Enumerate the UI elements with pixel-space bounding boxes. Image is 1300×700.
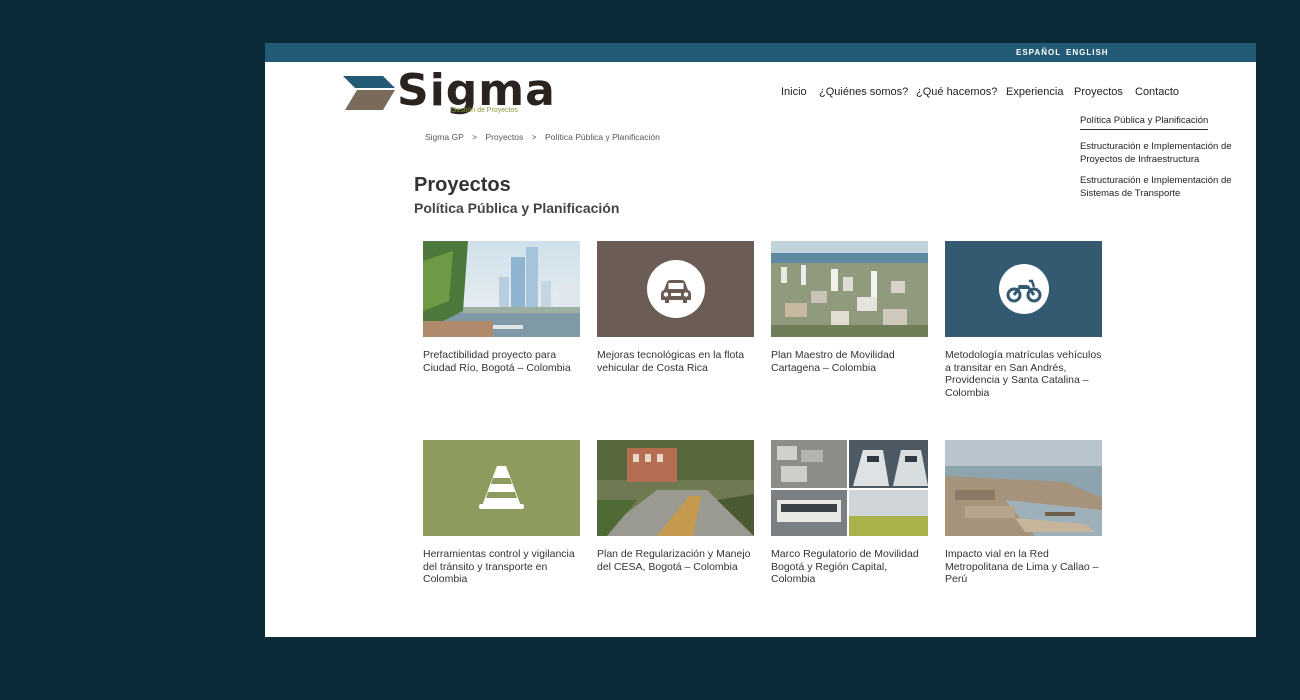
dropdown-item-infraestructura[interactable]: Estructuración e Implementación de Proye… xyxy=(1080,140,1250,166)
nav-que-hacemos[interactable]: ¿Qué hacemos? xyxy=(916,86,997,98)
page-subtitle: Política Pública y Planificación xyxy=(414,200,620,216)
campus-photo xyxy=(597,440,754,536)
project-card[interactable]: Plan Maestro de Movilidad Cartagena – Co… xyxy=(771,241,928,374)
project-caption: Mejoras tecnológicas en la flota vehicul… xyxy=(597,349,745,374)
language-english-link[interactable]: ENGLISH xyxy=(1066,48,1109,57)
logo-tagline: Gestión de Proyectos xyxy=(451,107,518,114)
motorcycle-icon xyxy=(1006,279,1041,303)
project-caption: Herramientas control y vigilancia del tr… xyxy=(423,548,575,585)
car-tile xyxy=(597,241,754,337)
language-bar: ESPAÑOL ENGLISH xyxy=(265,43,1256,62)
project-card[interactable]: Herramientas control y vigilancia del tr… xyxy=(423,440,580,586)
logo-arrow-icon xyxy=(343,76,395,110)
breadcrumb-separator: > xyxy=(472,132,478,142)
project-card[interactable]: Prefactibilidad proyecto para Ciudad Río… xyxy=(423,241,580,374)
traffic-cone-tile xyxy=(423,440,580,536)
project-caption: Plan de Regularización y Manejo del CESA… xyxy=(597,548,751,573)
nav-quienes-somos[interactable]: ¿Quiénes somos? xyxy=(819,86,908,98)
proyectos-dropdown: Política Pública y Planificación Estruct… xyxy=(1080,110,1250,200)
sigma-logo[interactable]: Sigma Gestión de Proyectos xyxy=(343,66,555,119)
breadcrumb-separator: > xyxy=(531,132,537,142)
project-caption: Metodología matrículas vehículos a trans… xyxy=(945,349,1102,399)
nav-contacto[interactable]: Contacto xyxy=(1135,86,1179,98)
nav-proyectos[interactable]: Proyectos xyxy=(1074,86,1123,98)
project-card[interactable]: Plan de Regularización y Manejo del CESA… xyxy=(597,440,754,573)
trains-collage-photo xyxy=(771,440,928,536)
breadcrumb-current: Política Pública y Planificación xyxy=(544,132,660,142)
project-card[interactable]: Marco Regulatorio de Movilidad Bogotá y … xyxy=(771,440,928,586)
project-card[interactable]: Impacto vial en la Red Metropolitana de … xyxy=(945,440,1102,586)
nav-inicio[interactable]: Inicio xyxy=(781,86,807,98)
page-title: Proyectos xyxy=(414,174,511,196)
project-card[interactable]: Metodología matrículas vehículos a trans… xyxy=(945,241,1102,399)
language-espanol-link[interactable]: ESPAÑOL xyxy=(1016,48,1061,57)
project-card[interactable]: Mejoras tecnológicas en la flota vehicul… xyxy=(597,241,754,374)
web-page: ESPAÑOL ENGLISH Sigma Gestión de Proyect… xyxy=(265,43,1256,637)
port-aerial-photo xyxy=(945,440,1102,536)
car-icon xyxy=(660,280,691,303)
project-caption: Marco Regulatorio de Movilidad Bogotá y … xyxy=(771,548,919,585)
breadcrumb-home[interactable]: Sigma GP xyxy=(425,132,464,142)
traffic-cone-icon xyxy=(479,466,524,509)
dropdown-item-politica-publica[interactable]: Política Pública y Planificación xyxy=(1080,114,1209,130)
dropdown-item-transporte[interactable]: Estructuración e Implementación de Siste… xyxy=(1080,174,1250,200)
project-caption: Impacto vial en la Red Metropolitana de … xyxy=(945,548,1099,585)
city-river-photo xyxy=(423,241,580,337)
motorcycle-tile xyxy=(945,241,1102,337)
breadcrumb: Sigma GP > Proyectos > Política Pública … xyxy=(425,132,660,142)
project-caption: Plan Maestro de Movilidad Cartagena – Co… xyxy=(771,349,895,374)
nav-experiencia[interactable]: Experiencia xyxy=(1006,86,1063,98)
project-caption: Prefactibilidad proyecto para Ciudad Río… xyxy=(423,349,571,374)
cartagena-photo xyxy=(771,241,928,337)
breadcrumb-proyectos[interactable]: Proyectos xyxy=(485,132,523,142)
